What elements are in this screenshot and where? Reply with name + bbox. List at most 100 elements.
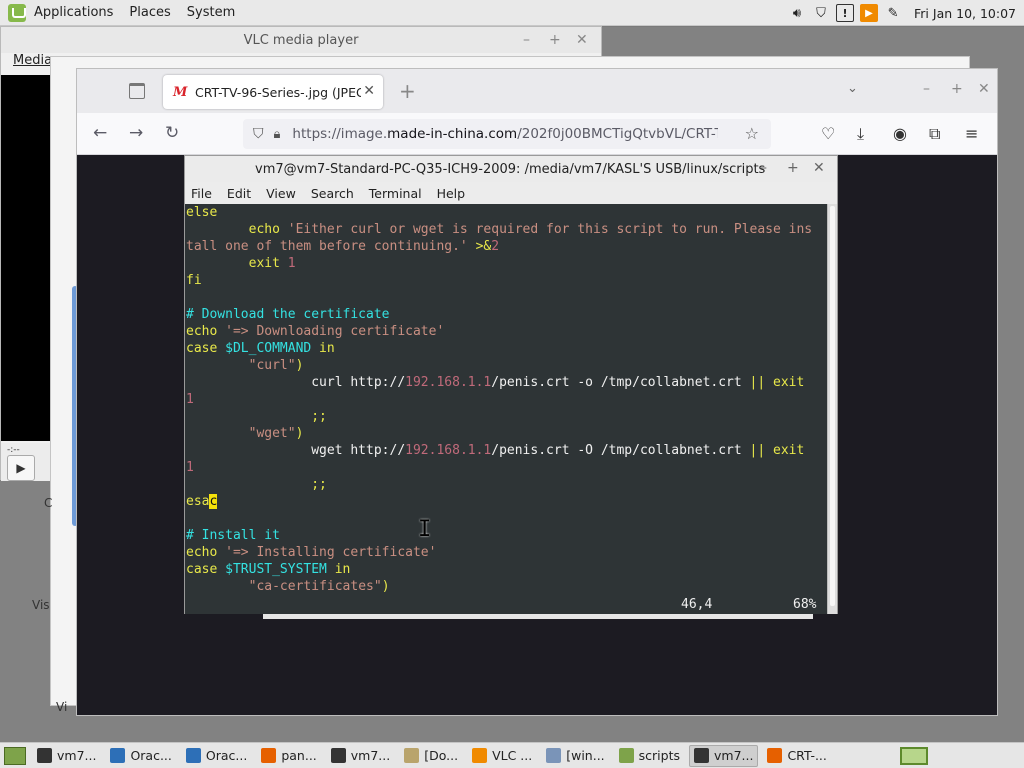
browser-tab[interactable]: M CRT-TV-96-Series-.jpg (JPEG ✕: [163, 75, 383, 109]
new-tab-icon[interactable]: +: [399, 79, 416, 103]
code-line: exit 1: [185, 255, 828, 272]
taskbar-item[interactable]: Orac...: [181, 745, 252, 767]
taskbar-item[interactable]: VLC ...: [467, 745, 537, 767]
code-token: esa: [186, 494, 210, 509]
menu-edit[interactable]: Edit: [227, 186, 251, 201]
vlc-tray-icon[interactable]: ▶: [860, 4, 879, 22]
bookmark-star-icon[interactable]: ☆: [745, 124, 759, 143]
code-line: echo 'Either curl or wget is required fo…: [185, 221, 828, 238]
taskbar-item[interactable]: scripts: [614, 745, 685, 767]
system-tray: 🔊︎ ⛉ ! ▶ ✎ Fri Jan 10, 10:07: [788, 0, 1024, 26]
tab-title: CRT-TV-96-Series-.jpg (JPEG: [195, 84, 361, 100]
eyedropper-icon[interactable]: ✎: [884, 4, 902, 22]
minimize-icon[interactable]: –: [760, 160, 767, 176]
menu-places[interactable]: Places: [129, 5, 170, 20]
vlc-titlebar[interactable]: VLC media player – + ✕: [1, 27, 601, 53]
back-icon[interactable]: ←: [93, 123, 107, 143]
code-token: ||: [749, 375, 766, 390]
taskbar-item[interactable]: [Do...: [399, 745, 463, 767]
code-token: "wget": [248, 426, 296, 441]
top-panel: Applications Places System 🔊︎ ⛉ ! ▶ ✎ Fr…: [0, 0, 1024, 26]
terminal-scrollbar[interactable]: [827, 204, 837, 614]
taskbar-item[interactable]: Orac...: [105, 745, 176, 767]
url-text[interactable]: https://image.made-in-china.com/202f0j00…: [292, 126, 718, 142]
volume-icon[interactable]: 🔊︎: [788, 4, 806, 22]
vlc-video-area: [1, 75, 53, 441]
download-icon[interactable]: ⤓: [857, 124, 864, 144]
code-token: case: [186, 562, 226, 577]
code-token: in: [326, 562, 351, 577]
url-host: made-in-china.com: [387, 126, 518, 142]
taskbar-item[interactable]: vm7...: [326, 745, 395, 767]
code-token: '=> Downloading certificate': [225, 324, 445, 339]
menu-applications[interactable]: Applications: [34, 5, 113, 20]
code-token: exit: [186, 256, 288, 271]
pocket-icon[interactable]: ♡: [821, 124, 835, 143]
code-token: case: [186, 341, 226, 356]
hamburger-menu-icon[interactable]: ≡: [965, 124, 978, 143]
mint-logo-icon[interactable]: [8, 3, 26, 22]
vlc-menu-media[interactable]: Media: [13, 53, 52, 68]
folder-icon: [618, 748, 634, 763]
minimize-icon[interactable]: –: [923, 81, 930, 97]
chevron-down-icon[interactable]: ⌄: [847, 81, 858, 96]
code-token: ||: [749, 443, 766, 458]
menu-file[interactable]: File: [191, 186, 212, 201]
taskbar-item[interactable]: vm7...: [689, 744, 759, 767]
menu-terminal[interactable]: Terminal: [369, 186, 422, 201]
code-line: # Install it: [185, 527, 828, 544]
play-button[interactable]: ▶: [7, 455, 35, 481]
update-notice-icon[interactable]: !: [836, 4, 855, 22]
maximize-icon[interactable]: +: [549, 32, 561, 48]
menu-help[interactable]: Help: [437, 186, 466, 201]
url-path: /202f0j00BMCTigQtvbVL/CRT-TV-: [517, 126, 719, 142]
minimize-icon[interactable]: –: [523, 32, 530, 48]
code-line: echo '=> Downloading certificate': [185, 323, 828, 340]
taskbar-item-label: Orac...: [205, 748, 248, 763]
workspace-switcher[interactable]: [900, 747, 928, 765]
menu-search[interactable]: Search: [311, 186, 354, 201]
code-line: "ca-certificates"): [185, 578, 828, 595]
maximize-icon[interactable]: +: [951, 81, 963, 97]
close-tab-icon[interactable]: ✕: [363, 83, 375, 99]
taskbar-item[interactable]: vm7...: [32, 745, 101, 767]
code-token: 1: [186, 460, 194, 475]
menu-view[interactable]: View: [266, 186, 296, 201]
close-icon[interactable]: ✕: [813, 160, 825, 176]
terminal-menubar: File Edit View Search Terminal Help: [185, 182, 837, 204]
taskbar-item-label: [win...: [566, 748, 605, 763]
url-bar[interactable]: ⛉ 🔒︎ https://image.made-in-china.com/202…: [243, 119, 771, 149]
close-icon[interactable]: ✕: [576, 32, 588, 48]
shield-icon[interactable]: ⛉: [253, 126, 264, 142]
code-token: /penis.crt -O /tmp/collabnet.crt: [491, 443, 750, 458]
extensions-icon[interactable]: ⧉: [929, 124, 940, 144]
account-icon[interactable]: ◉: [893, 124, 907, 143]
terminal-titlebar[interactable]: vm7@vm7-Standard-PC-Q35-ICH9-2009: /medi…: [185, 156, 837, 182]
code-line: curl http://192.168.1.1/penis.crt -o /tm…: [185, 374, 828, 391]
url-prefix: https://image.: [292, 126, 388, 142]
taskbar-item[interactable]: [win...: [541, 745, 609, 767]
clock[interactable]: Fri Jan 10, 10:07: [914, 6, 1016, 21]
menu-system[interactable]: System: [187, 5, 235, 20]
lock-icon[interactable]: 🔒︎: [274, 127, 281, 142]
maximize-icon[interactable]: +: [787, 160, 799, 176]
forward-icon[interactable]: →: [129, 123, 143, 143]
shield-icon[interactable]: ⛉: [812, 4, 830, 22]
code-token: tall one of them before continuing.': [186, 239, 468, 254]
code-token: ): [381, 579, 390, 594]
tab-bar: M CRT-TV-96-Series-.jpg (JPEG ✕ + ⌄ – + …: [77, 69, 997, 113]
code-token: 192.168.1.1: [405, 375, 492, 390]
firefox-view-icon[interactable]: [129, 83, 145, 99]
code-token: $TRUST_SYSTEM: [225, 562, 327, 577]
taskbar-item[interactable]: pan...: [256, 745, 321, 767]
show-desktop-button[interactable]: [4, 746, 26, 765]
reload-icon[interactable]: ↻: [165, 123, 179, 143]
terminal-content[interactable]: else echo 'Either curl or wget is requir…: [185, 204, 828, 614]
close-icon[interactable]: ✕: [978, 81, 990, 97]
bottom-taskbar: vm7... Orac... Orac... pan... vm7... [Do... VL…: [0, 742, 1024, 768]
taskbar-item-label: vm7...: [714, 748, 754, 763]
taskbar-item[interactable]: CRT-...: [762, 745, 831, 767]
